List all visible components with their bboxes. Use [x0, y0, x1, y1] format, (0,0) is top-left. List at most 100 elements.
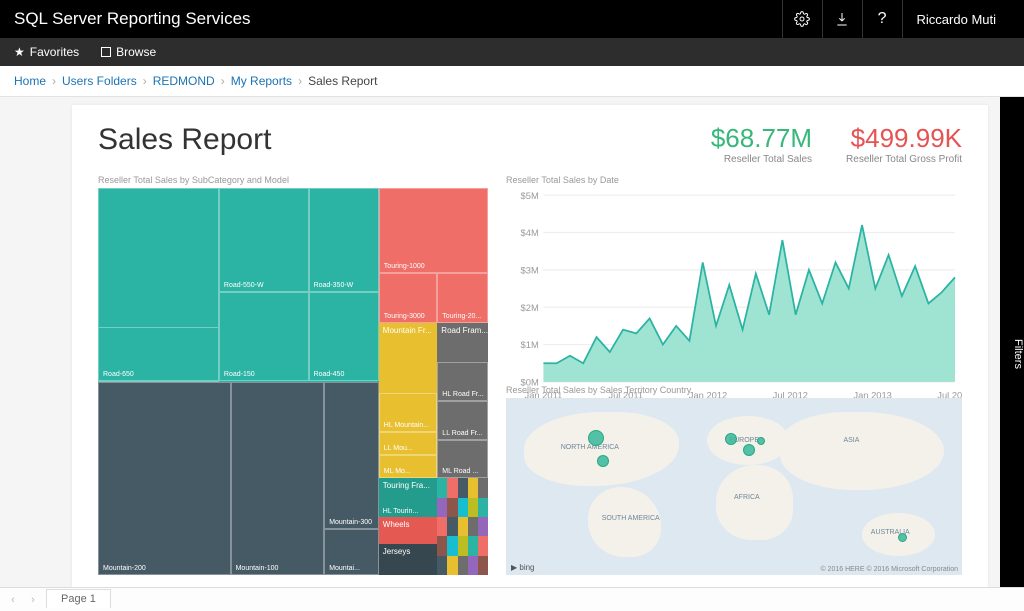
treemap-cell: Mountain-200	[98, 382, 231, 576]
map-attribution-bing: ▶ bing	[511, 563, 535, 572]
treemap-cell	[437, 517, 447, 536]
line-chart[interactable]: $0M$1M$2M$3M$4M$5MJan 2011Jul 2011Jan 20…	[506, 188, 962, 403]
map-bubble	[588, 430, 604, 446]
download-icon	[834, 11, 850, 27]
map-copyright: © 2016 HERE © 2016 Microsoft Corporation	[820, 566, 958, 573]
treemap-cell	[447, 536, 457, 555]
browse-label: Browse	[116, 45, 156, 59]
kpi-gross-profit-label: Reseller Total Gross Profit	[846, 154, 962, 165]
app-title: SQL Server Reporting Services	[14, 9, 782, 29]
panel-sales-by-date-title: Reseller Total Sales by Date	[506, 175, 962, 185]
panel-treemap-title: Reseller Total Sales by SubCategory and …	[98, 175, 488, 185]
treemap-cell: Road-150	[219, 292, 309, 381]
treemap-cell	[458, 498, 468, 517]
treemap-cell: HL Mountain...	[379, 393, 438, 432]
treemap-cell	[458, 536, 468, 555]
treemap-cell	[437, 478, 447, 497]
treemap-cell	[468, 556, 478, 575]
filters-label: Filters	[1012, 339, 1024, 369]
browse-icon	[101, 47, 111, 57]
treemap-cell	[478, 478, 488, 497]
treemap-cell: Wheels	[379, 517, 438, 544]
svg-text:$1M: $1M	[521, 340, 539, 351]
report-canvas: Sales Report $68.77M Reseller Total Sale…	[72, 105, 988, 587]
map-label-as: ASIA	[843, 437, 859, 444]
map-chart[interactable]: NORTH AMERICA SOUTH AMERICA EUROPE AFRIC…	[506, 398, 962, 575]
report-title: Sales Report	[98, 123, 271, 157]
kpi-total-sales: $68.77M Reseller Total Sales	[711, 123, 812, 165]
treemap-cell	[458, 517, 468, 536]
treemap-cell: Touring-3000	[379, 273, 438, 323]
breadcrumb: Home Users Folders REDMOND My Reports Sa…	[0, 66, 1024, 97]
download-button[interactable]	[822, 0, 862, 38]
treemap-cell	[458, 556, 468, 575]
treemap-cell: Road-650	[98, 327, 219, 381]
crumb-my-reports[interactable]: My Reports	[231, 74, 292, 88]
kpi-total-sales-label: Reseller Total Sales	[711, 154, 812, 165]
secondary-toolbar: ★ Favorites Browse	[0, 38, 1024, 66]
main-area: Sales Report $68.77M Reseller Total Sale…	[0, 97, 1024, 587]
svg-text:$2M: $2M	[521, 303, 539, 314]
favorites-label: Favorites	[30, 45, 79, 59]
treemap-cell	[437, 498, 447, 517]
favorites-tab[interactable]: ★ Favorites	[14, 45, 79, 59]
crumb-current: Sales Report	[308, 74, 377, 88]
user-menu[interactable]: Riccardo Muti	[902, 0, 1010, 38]
filters-flyout-tab[interactable]: Filters	[1000, 97, 1024, 587]
treemap-cell	[458, 478, 468, 497]
kpi-gross-profit-value: $499.99K	[846, 123, 962, 154]
treemap-cell	[447, 517, 457, 536]
treemap-cell	[437, 536, 447, 555]
map-label-af: AFRICA	[734, 494, 760, 501]
map-bubble	[597, 455, 609, 467]
treemap-cell	[437, 556, 447, 575]
treemap-cell	[478, 498, 488, 517]
pager-prev[interactable]: ‹	[6, 594, 20, 606]
treemap-chart[interactable]: Road BikesRoad-250Road-650Road-550-WRoad…	[98, 188, 488, 575]
treemap-cell	[468, 536, 478, 555]
map-bubble	[898, 533, 907, 542]
treemap-cell: Touring-1000	[379, 188, 488, 273]
pager-bar: ‹ › Page 1	[0, 587, 1024, 611]
treemap-cell: Touring Fra...HL Tourin...	[379, 478, 438, 517]
svg-text:$4M: $4M	[521, 228, 539, 239]
pager-page-tab[interactable]: Page 1	[46, 589, 111, 608]
treemap-cell: LL Mou...	[379, 432, 438, 455]
treemap-cell: Touring-20...	[437, 273, 488, 323]
help-button[interactable]: ?	[862, 0, 902, 38]
treemap-cell: Road-450	[309, 292, 379, 381]
treemap-cell: ML Mo...	[379, 455, 438, 478]
help-icon: ?	[878, 10, 887, 28]
treemap-cell	[478, 536, 488, 555]
star-icon: ★	[14, 45, 25, 59]
treemap-cell: ML Road ...	[437, 440, 488, 479]
svg-text:$3M: $3M	[521, 265, 539, 276]
treemap-cell	[447, 556, 457, 575]
treemap-cell	[468, 517, 478, 536]
treemap-cell	[447, 478, 457, 497]
treemap-cell: Road-350-W	[309, 188, 379, 292]
panel-treemap: Reseller Total Sales by SubCategory and …	[98, 175, 488, 575]
panel-map: Reseller Total Sales by Sales Territory …	[506, 385, 962, 575]
pager-next[interactable]: ›	[26, 594, 40, 606]
treemap-cell: HL Road Fr...	[437, 362, 488, 401]
browse-tab[interactable]: Browse	[101, 45, 156, 59]
svg-text:$0M: $0M	[521, 377, 539, 388]
kpi-total-sales-value: $68.77M	[711, 123, 812, 154]
treemap-cell	[447, 498, 457, 517]
app-header: SQL Server Reporting Services ? Riccardo…	[0, 0, 1024, 38]
treemap-cell	[468, 498, 478, 517]
map-bubble	[757, 437, 765, 445]
treemap-cell	[478, 517, 488, 536]
treemap-cell: Mountain-300	[324, 382, 379, 529]
treemap-cell: Jerseys	[379, 544, 438, 575]
treemap-cell: Road-550-W	[219, 188, 309, 292]
crumb-redmond[interactable]: REDMOND	[153, 74, 215, 88]
treemap-cell	[468, 478, 478, 497]
treemap-cell	[478, 556, 488, 575]
crumb-users-folders[interactable]: Users Folders	[62, 74, 137, 88]
panel-sales-by-date: Reseller Total Sales by Date $0M$1M$2M$3…	[506, 175, 962, 375]
settings-button[interactable]	[782, 0, 822, 38]
crumb-home[interactable]: Home	[14, 74, 46, 88]
treemap-cell: LL Road Fr...	[437, 401, 488, 440]
